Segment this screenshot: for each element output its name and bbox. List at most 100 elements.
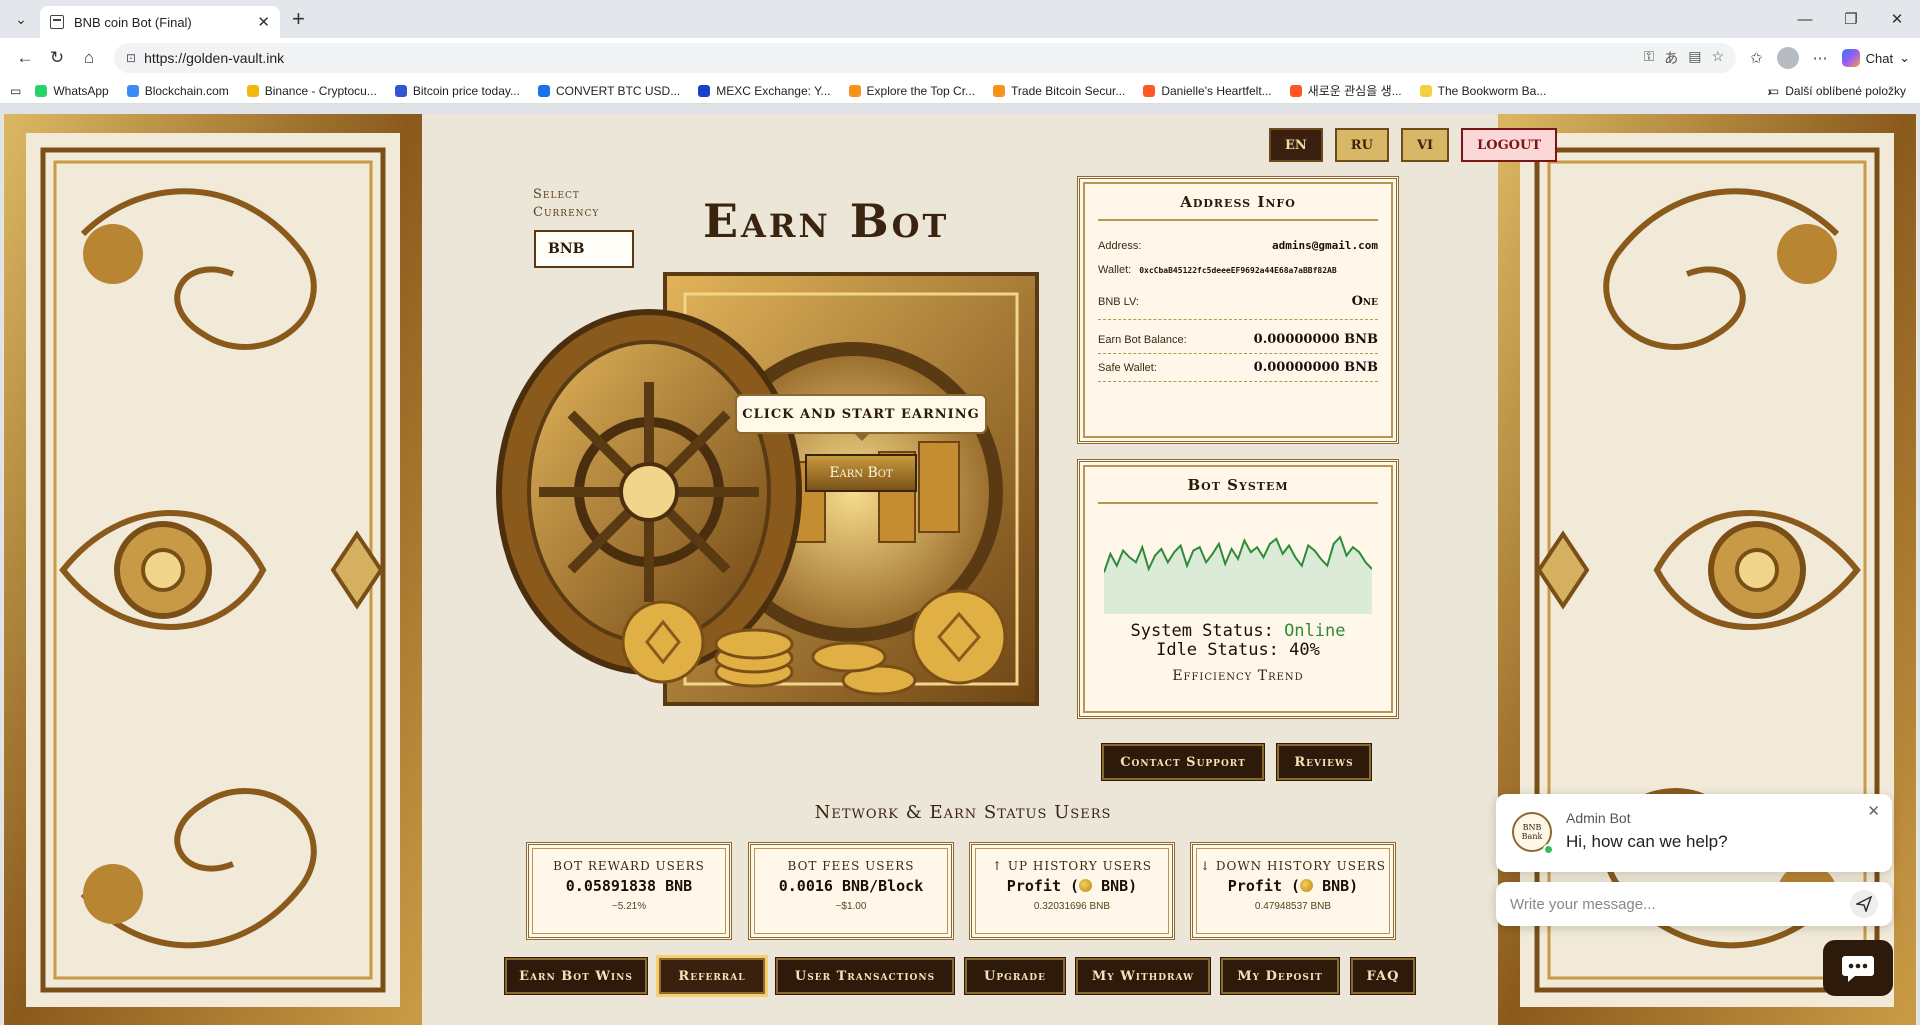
bookmark-favicon-icon [126,84,139,97]
bookmark-item[interactable]: The Bookworm Ba... [1419,82,1547,99]
bot-system-panel: Bot System System Status: Online Idle St… [1077,459,1399,719]
nav-my-deposit[interactable]: My Deposit [1220,957,1340,995]
more-menu-icon[interactable]: ⋯ [1813,49,1828,67]
chevron-down-icon: ⌄ [1899,50,1910,65]
idle-status-line: Idle Status: 40% [1098,641,1378,660]
network-status-title: Network & Earn Status Users [814,802,1112,823]
other-bookmarks-folder[interactable]: ▭ Další oblíbené položky [1768,84,1906,98]
efficiency-chart [1103,516,1373,614]
system-status-line: System Status: Online [1098,622,1378,641]
lang-vi-button[interactable]: VI [1400,128,1450,162]
home-icon[interactable]: ⌂ [74,43,104,73]
address-row: Address: admins@gmail.com [1098,233,1378,258]
other-bookmarks-label: Další oblíbené položky [1785,83,1906,98]
bookmark-favicon-icon [394,84,407,97]
efficiency-trend-label: Efficiency Trend [1172,668,1304,684]
new-tab-plus-icon[interactable]: + [292,6,305,32]
bookmark-item[interactable]: Binance - Cryptocu... [246,82,377,99]
bookmark-item[interactable]: Explore the Top Cr... [848,82,975,99]
bookmark-label: Trade Bitcoin Secur... [1011,83,1126,98]
bookmark-item[interactable]: Blockchain.com [126,82,229,99]
nav-my-withdraw[interactable]: My Withdraw [1075,957,1211,995]
reviews-button[interactable]: Reviews [1276,743,1372,781]
lang-ru-button[interactable]: RU [1334,128,1389,162]
page-favicon-icon [50,15,64,29]
stat-main-prefix: Profit ( [1006,877,1080,895]
wallet-value: 0xcCbaB45122fc5deeeEF9692a44E68a7aBBf82A… [1139,265,1337,275]
tab-close-icon[interactable]: ✕ [257,13,270,31]
chat-message-input[interactable] [1510,895,1850,913]
chat-agent-name: Admin Bot [1566,810,1631,826]
folder-icon: ▭ [1767,83,1780,98]
profile-avatar-icon[interactable] [1776,47,1799,69]
url-input[interactable]: ⊡ https://golden-vault.ink ⚿ あ ▤ ☆ [114,43,1737,73]
lang-en-button[interactable]: EN [1269,128,1323,162]
translate-icon[interactable]: あ [1664,48,1678,68]
stat-main-value: 0.0016 BNB/Block [778,877,924,895]
url-text: https://golden-vault.ink [144,50,285,66]
nav-earn-bot-wins[interactable]: Earn Bot Wins [504,957,648,995]
bookmark-label: The Bookworm Ba... [1437,83,1547,98]
stat-sub-value: 0.47948537 BNB [1254,901,1332,912]
reload-icon[interactable]: ↻ [42,43,72,73]
restore-icon[interactable]: ❐ [1828,0,1874,38]
bookmark-label: WhatsApp [53,83,109,98]
bookmark-item[interactable]: WhatsApp [35,82,109,99]
currency-label: Select Currency [533,187,600,220]
tab-actions-chevron-icon[interactable]: ⌄ [6,4,36,34]
stat-main-suffix: BNB) [1313,877,1359,895]
bookmark-label: CONVERT BTC USD... [555,83,681,98]
toolbar-right: ✩ ⋯ Chat ⌄ [1750,47,1910,69]
reader-icon[interactable]: ▤ [1688,48,1701,68]
idle-status-value: 40% [1289,640,1320,660]
chat-close-icon[interactable]: ✕ [1867,802,1880,820]
stat-card-down-history: ↓ DOWN HISTORY USERS Profit ( BNB) 0.479… [1190,842,1396,940]
earn-bot-button[interactable]: Earn Bot [805,454,917,492]
copilot-chat-button[interactable]: Chat ⌄ [1841,49,1910,67]
stat-card-up-history: ↑ UP HISTORY USERS Profit ( BNB) 0.32031… [969,842,1175,940]
bookmark-item[interactable]: CONVERT BTC USD... [537,82,681,99]
window-close-icon[interactable]: ✕ [1874,0,1920,38]
bookmark-item[interactable]: Bitcoin price today... [394,82,520,99]
system-status-label: System Status: [1130,621,1274,641]
bookmark-favicon-icon [1289,84,1302,97]
logout-button[interactable]: LOGOUT [1461,128,1558,162]
chat-input-bar [1496,882,1892,926]
site-info-icon[interactable]: ⊡ [126,51,136,65]
bookmark-label: Danielle's Heartfelt... [1161,83,1272,98]
bookmark-item[interactable]: Danielle's Heartfelt... [1143,82,1272,99]
bookmark-item[interactable]: MEXC Exchange: Y... [698,82,831,99]
bookmark-favicon-icon [246,84,259,97]
currency-select[interactable]: BNB [534,230,634,268]
wallet-row: Wallet: 0xcCbaB45122fc5deeeEF9692a44E68a… [1098,258,1378,282]
nav-upgrade[interactable]: Upgrade [964,957,1066,995]
earn-balance-value: 0.00000000 BNB [1253,332,1378,347]
nav-user-transactions[interactable]: User Transactions [775,957,955,995]
stat-main-value: 0.05891838 BNB [565,877,693,895]
bookmark-item[interactable]: 새로운 관심을 생... [1289,82,1402,99]
earn-callout: CLICK AND START EARNING [735,394,987,441]
stat-main-value: Profit ( BNB) [972,877,1172,895]
chat-launcher-button[interactable] [1823,940,1893,996]
online-dot-icon [1543,844,1554,855]
key-icon[interactable]: ⚿ [1644,48,1655,68]
earn-balance-row: Earn Bot Balance: 0.00000000 BNB [1098,326,1378,354]
ornate-frame-left [4,114,422,1025]
stat-title: ↓ DOWN HISTORY USERS [1200,859,1386,873]
send-icon[interactable] [1850,890,1878,918]
omnibox-icons: ⚿ あ ▤ ☆ [1644,48,1724,68]
contact-support-button[interactable]: Contact Support [1101,743,1265,781]
stat-sub-value: ~$1.00 [835,901,867,912]
bookmark-item[interactable]: Trade Bitcoin Secur... [993,82,1125,99]
back-arrow-icon[interactable]: ← [10,43,40,73]
nav-referral[interactable]: Referral [656,955,768,997]
bookmarks-menu-icon[interactable]: ▭ [10,84,21,98]
nav-faq[interactable]: FAQ [1350,957,1416,995]
favorite-star-icon[interactable]: ☆ [1711,48,1724,68]
favorites-icon[interactable]: ✩ [1750,49,1763,67]
minimize-icon[interactable]: — [1782,0,1828,38]
bookmark-label: Blockchain.com [144,83,229,98]
bookmark-label: Binance - Cryptocu... [264,83,377,98]
efficiency-chart-svg [1103,535,1373,614]
browser-tab-active[interactable]: BNB coin Bot (Final) ✕ [40,6,280,38]
